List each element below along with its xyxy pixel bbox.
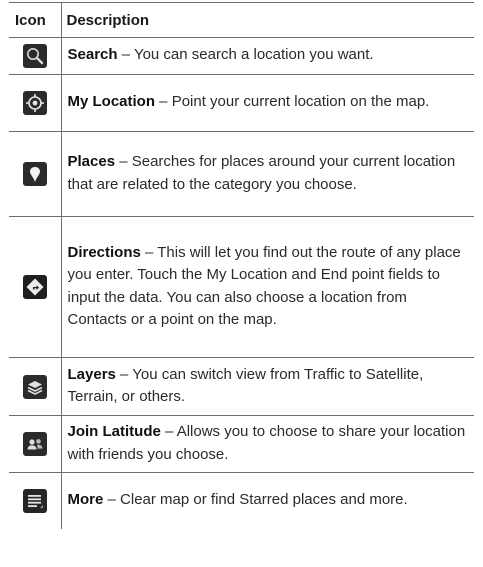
search-icon <box>22 44 47 68</box>
row-term: More <box>67 491 104 508</box>
row-term: Directions <box>67 243 141 261</box>
icon-description-table: Icon Description Search – You can search… <box>9 2 474 529</box>
table-row: More – Clear map or find Starred places … <box>9 472 474 529</box>
layers-icon <box>22 374 47 399</box>
row-dash: – <box>140 243 158 261</box>
row-dash: – <box>103 491 121 508</box>
join-latitude-icon <box>22 432 47 456</box>
more-menu-icon <box>22 488 47 513</box>
table-row: Directions – This will let you find out … <box>9 216 474 358</box>
table-row: Layers – You can switch view from Traffi… <box>9 357 474 416</box>
row-text: Point your current location on the map. <box>171 93 430 111</box>
table-row: Join Latitude – Allows you to choose to … <box>9 415 474 473</box>
header-description: Description <box>60 2 474 38</box>
row-dash: – <box>160 423 177 440</box>
row-term: Join Latitude <box>67 423 161 440</box>
directions-icon <box>22 275 47 299</box>
row-term: Search <box>67 46 118 64</box>
table-header-row: Icon Description <box>9 2 474 38</box>
row-dash: – <box>115 153 132 170</box>
row-text: You can search a location you want. <box>133 46 374 64</box>
table-row: Places – Searches for places around your… <box>9 131 474 217</box>
row-term: My Location <box>67 93 156 111</box>
header-icon: Icon <box>9 2 62 38</box>
row-dash: – <box>115 365 133 383</box>
row-dash: – <box>117 46 134 64</box>
table-row: My Location – Point your current locatio… <box>9 74 474 132</box>
row-term: Places <box>67 153 116 170</box>
row-dash: – <box>155 93 172 111</box>
places-pin-icon <box>22 162 47 186</box>
my-location-icon <box>22 91 47 115</box>
row-text: Clear map or find Starred places and mor… <box>120 491 408 508</box>
table-row: Search – You can search a location you w… <box>9 37 474 75</box>
row-term: Layers <box>67 365 116 383</box>
